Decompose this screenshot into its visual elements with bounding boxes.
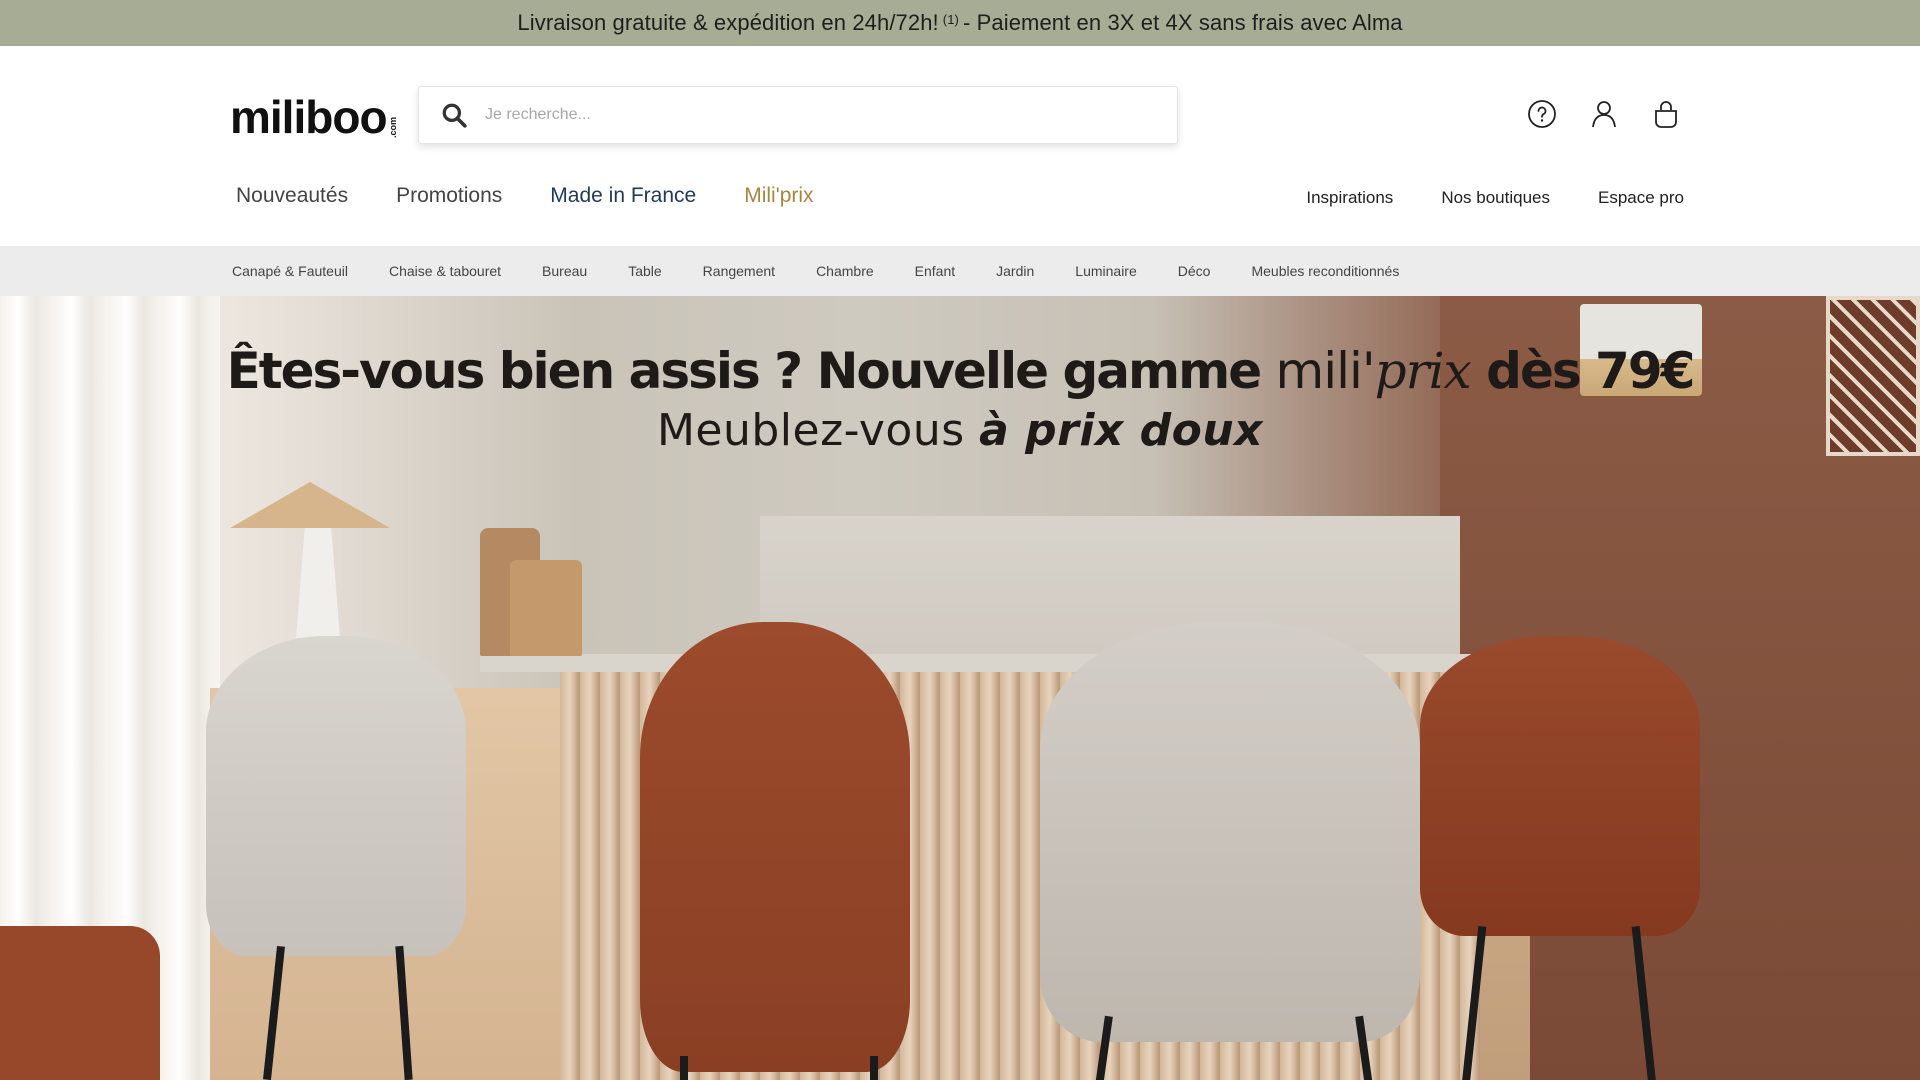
hero-sofa-corner bbox=[0, 926, 160, 1080]
category-canape-fauteuil[interactable]: Canapé & Fauteuil bbox=[232, 263, 348, 279]
category-bureau[interactable]: Bureau bbox=[542, 263, 587, 279]
hero-lamp-shade bbox=[230, 482, 390, 528]
hero-subtitle-emphasis: à prix doux bbox=[979, 405, 1264, 456]
promo-banner: Livraison gratuite & expédition en 24h/7… bbox=[0, 0, 1920, 46]
stool-leg bbox=[680, 1056, 688, 1080]
category-chaise-tabouret[interactable]: Chaise & tabouret bbox=[389, 263, 501, 279]
stool-leg bbox=[870, 1056, 878, 1080]
nav-nos-boutiques[interactable]: Nos boutiques bbox=[1441, 188, 1550, 208]
hero-brand-mili: mili' bbox=[1275, 342, 1376, 400]
help-icon[interactable] bbox=[1526, 98, 1558, 130]
nav-espace-pro[interactable]: Espace pro bbox=[1598, 188, 1684, 208]
search-input[interactable] bbox=[485, 95, 1177, 135]
hero-title-part2: dès 79€ bbox=[1470, 342, 1695, 400]
category-luminaire[interactable]: Luminaire bbox=[1075, 263, 1136, 279]
secondary-nav: Inspirations Nos boutiques Espace pro bbox=[1306, 188, 1684, 208]
logo-suffix: .com bbox=[387, 116, 398, 138]
hero-title-part1: Êtes-vous bien assis ? Nouvelle gamme bbox=[226, 342, 1276, 400]
hero-stool-grey-left bbox=[206, 636, 466, 956]
hero-subtitle: Meublez-vous à prix doux bbox=[0, 405, 1920, 456]
hero-stool-grey-right bbox=[1040, 622, 1420, 1042]
hero-title: Êtes-vous bien assis ? Nouvelle gamme mi… bbox=[0, 344, 1920, 399]
promo-footnote: (1) bbox=[942, 11, 959, 27]
category-rangement[interactable]: Rangement bbox=[703, 263, 775, 279]
hero-subtitle-regular: Meublez-vous bbox=[656, 405, 980, 456]
category-table[interactable]: Table bbox=[628, 263, 661, 279]
nav-miliprix[interactable]: Mili'prix bbox=[744, 184, 813, 208]
nav-made-in-france[interactable]: Made in France bbox=[550, 184, 696, 208]
category-deco[interactable]: Déco bbox=[1178, 263, 1211, 279]
hero-headline: Êtes-vous bien assis ? Nouvelle gamme mi… bbox=[0, 344, 1920, 457]
account-icon[interactable] bbox=[1588, 98, 1620, 130]
hero-banner[interactable]: Êtes-vous bien assis ? Nouvelle gamme mi… bbox=[0, 296, 1920, 1080]
logo-text: miliboo bbox=[230, 91, 388, 143]
category-jardin[interactable]: Jardin bbox=[996, 263, 1034, 279]
category-bar: Canapé & Fauteuil Chaise & tabouret Bure… bbox=[0, 246, 1920, 296]
main-nav: Nouveautés Promotions Made in France Mil… bbox=[236, 184, 814, 208]
site-header: miliboo .com Je recherche... Nouveautés … bbox=[0, 46, 1920, 246]
hero-cutting-board-small bbox=[510, 560, 582, 656]
category-meubles-reconditionnes[interactable]: Meubles reconditionnés bbox=[1251, 263, 1399, 279]
hero-stool-rust-left bbox=[640, 622, 910, 1072]
nav-nouveautes[interactable]: Nouveautés bbox=[236, 184, 348, 208]
cart-icon[interactable] bbox=[1650, 98, 1682, 130]
miliboo-logo[interactable]: miliboo .com bbox=[230, 90, 398, 140]
nav-inspirations[interactable]: Inspirations bbox=[1306, 188, 1393, 208]
nav-promotions[interactable]: Promotions bbox=[396, 184, 502, 208]
header-actions bbox=[1526, 98, 1682, 130]
hero-brand-prix: prix bbox=[1374, 342, 1472, 400]
hero-stool-rust-right bbox=[1420, 636, 1700, 936]
search-bar bbox=[418, 86, 1178, 144]
promo-text-after: - Paiement en 3X et 4X sans frais avec A… bbox=[962, 10, 1403, 35]
hero-lamp-base bbox=[296, 528, 340, 638]
search-icon[interactable] bbox=[439, 100, 469, 130]
category-enfant[interactable]: Enfant bbox=[915, 263, 955, 279]
promo-text-before: Livraison gratuite & expédition en 24h/7… bbox=[517, 10, 939, 35]
category-chambre[interactable]: Chambre bbox=[816, 263, 874, 279]
